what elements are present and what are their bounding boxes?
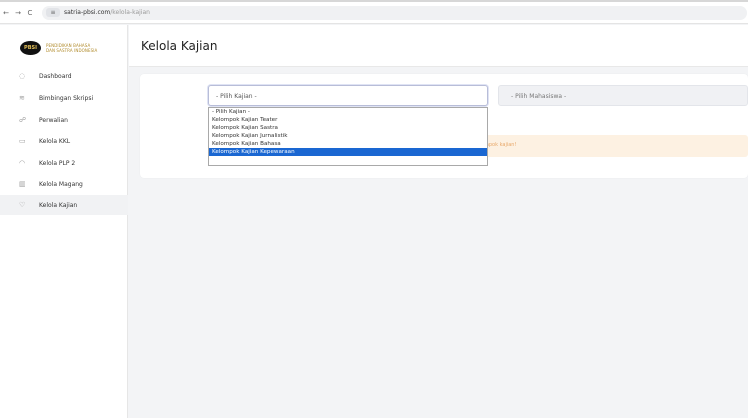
dropdown-option[interactable]: Kelompok Kajian Bahasa [209,140,487,148]
bar-chart-icon: ▥ [19,180,26,188]
url-path: /kelola-kajian [110,9,150,16]
app-logo[interactable]: PBSI PENDIDIKAN BAHASA DAN SASTRA INDONE… [20,36,120,60]
site-info-icon[interactable]: ≡ [46,8,60,17]
browser-toolbar: ← → C ≡ satria-pbsi.com/kelola-kajian [0,0,748,24]
sidebar-item-label: Dashboard [39,72,72,80]
alert-text: mpok kajian! [484,142,517,148]
sidebar: PBSI PENDIDIKAN BAHASA DAN SASTRA INDONE… [0,25,128,418]
dropdown-option[interactable]: Kelompok Kajian Sastra [209,124,487,132]
page-header: Kelola Kajian [129,25,748,67]
sidebar-item-bimbingan-skripsi[interactable]: ≋ Bimbingan Skripsi [0,88,128,108]
logo-line-2: DAN SASTRA INDONESIA [46,48,98,53]
sidebar-item-kelola-plp-2[interactable]: ◠ Kelola PLP 2 [0,153,128,173]
dropdown-option-highlighted[interactable]: Kelompok Kajian Kepewaraan [209,148,487,156]
back-icon[interactable]: ← [0,9,12,17]
sidebar-item-label: Perwalian [39,116,68,124]
id-card-icon: ▭ [19,137,26,145]
sidebar-item-label: Bimbingan Skripsi [39,94,94,102]
dropdown-option[interactable]: Kelompok Kajian Teater [209,116,487,124]
sidebar-item-label: Kelola KKL [39,137,71,145]
sidebar-item-label: Kelola PLP 2 [39,159,76,167]
logo-icon: PBSI [20,41,41,55]
kajian-dropdown-list: - Pilih Kajian - Kelompok Kajian Teater … [208,107,488,166]
sidebar-item-dashboard[interactable]: ◌ Dashboard [0,66,128,86]
mahasiswa-select[interactable]: - Pilih Mahasiswa - [498,85,748,106]
forward-icon[interactable]: → [12,9,24,17]
sidebar-item-label: Kelola Magang [39,180,83,188]
skripsi-icon: ≋ [19,94,25,102]
sidebar-item-kelola-kkl[interactable]: ▭ Kelola KKL [0,131,128,151]
cap-icon: ◠ [19,159,26,167]
kajian-select[interactable]: - Pilih Kajian - [208,85,488,106]
address-bar[interactable]: ≡ satria-pbsi.com/kelola-kajian [42,5,747,20]
url-host: satria-pbsi.com [64,9,111,16]
page-title: Kelola Kajian [141,39,218,53]
users-icon: ☍ [19,116,27,124]
dashboard-icon: ◌ [19,72,26,80]
sidebar-item-perwalian[interactable]: ☍ Perwalian [0,110,128,130]
logo-text: PENDIDIKAN BAHASA DAN SASTRA INDONESIA [46,43,97,53]
sidebar-item-label: Kelola Kajian [39,201,78,209]
sidebar-item-kelola-magang[interactable]: ▥ Kelola Magang [0,174,128,194]
dropdown-option[interactable]: Kelompok Kajian Jurnalistik [209,132,487,140]
reload-icon[interactable]: C [24,9,36,17]
sidebar-item-kelola-kajian[interactable]: ♡ Kelola Kajian [0,195,128,215]
dropdown-option[interactable]: - Pilih Kajian - [209,108,487,116]
lightbulb-icon: ♡ [19,201,26,209]
